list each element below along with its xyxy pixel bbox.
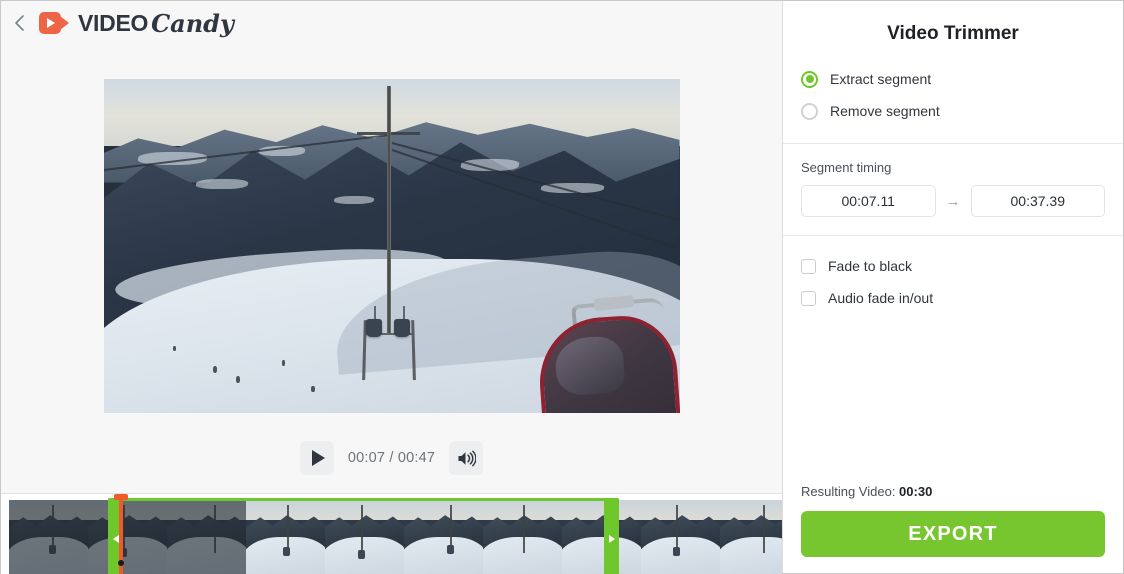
filmstrip-thumbnail[interactable] xyxy=(9,500,88,574)
brand-logo[interactable]: VIDEO Candy xyxy=(39,9,234,38)
time-display: 00:07 / 00:47 xyxy=(347,450,436,466)
preview-skier xyxy=(310,386,315,393)
volume-icon xyxy=(458,450,476,466)
arrow-right-icon: → xyxy=(945,192,961,210)
preview-skier xyxy=(172,346,176,352)
video-preview[interactable] xyxy=(103,79,680,413)
filmstrip-thumbnail[interactable] xyxy=(483,500,562,574)
preview-skier xyxy=(212,366,217,374)
play-button[interactable] xyxy=(299,441,334,475)
checkbox-fade-to-black[interactable]: Fade to black xyxy=(801,250,1105,282)
segment-timing-label: Segment timing xyxy=(801,160,892,175)
checkbox-label: Fade to black xyxy=(828,258,913,274)
mode-radio-group: Extract segment Remove segment xyxy=(783,63,1123,143)
back-button[interactable] xyxy=(7,9,31,37)
brand-name-secondary: Candy xyxy=(151,8,234,38)
preview-skier xyxy=(282,359,286,366)
editor-main-area: VIDEO Candy 00:07 / 00:47 xyxy=(1,1,783,574)
timeline[interactable]: challenge xyxy=(1,493,782,574)
video-trimmer-app: VIDEO Candy 00:07 / 00:47 Video Trimmer … xyxy=(0,0,1124,574)
resulting-video-label: Resulting Video: xyxy=(801,484,900,499)
checkbox-label: Audio fade in/out xyxy=(828,290,934,306)
play-icon xyxy=(311,450,325,466)
filmstrip-thumbnail[interactable] xyxy=(641,500,720,574)
filmstrip-thumbnail[interactable] xyxy=(167,500,246,574)
brand-name-primary: VIDEO xyxy=(78,9,149,36)
panel-spacer xyxy=(783,324,1123,484)
filmstrip-thumbnail[interactable] xyxy=(562,500,641,574)
checkbox-icon-unchecked xyxy=(801,290,816,306)
filmstrip-thumbnail[interactable] xyxy=(404,500,483,574)
radio-label: Remove segment xyxy=(830,103,940,119)
filmstrip-thumbnail[interactable] xyxy=(88,500,167,574)
video-camera-icon xyxy=(39,12,69,34)
thumbnail-dim-overlay xyxy=(88,500,167,574)
preview-gondola-cabin xyxy=(365,319,382,338)
volume-button[interactable] xyxy=(449,441,484,475)
playhead-cap xyxy=(114,494,128,500)
preview-pylon-mast xyxy=(386,85,391,333)
filmstrip-thumbnail[interactable] xyxy=(246,500,325,574)
radio-remove-segment[interactable]: Remove segment xyxy=(801,95,1105,127)
segment-timing-row: 00:07.11 → 00:37.39 xyxy=(801,185,1105,217)
radio-extract-segment[interactable]: Extract segment xyxy=(801,63,1105,95)
panel-footer: Resulting Video: 00:30 EXPORT xyxy=(783,484,1123,573)
checkbox-icon-unchecked xyxy=(801,258,816,274)
chevron-left-icon xyxy=(14,15,24,31)
segment-end-input[interactable]: 00:37.39 xyxy=(970,185,1105,217)
drag-handle-left-icon xyxy=(112,535,119,543)
thumbnail-dim-overlay xyxy=(9,500,88,574)
radio-icon-unselected xyxy=(801,102,818,120)
thumbnail-dim-overlay xyxy=(167,500,246,574)
preview-snow-streak xyxy=(194,179,249,190)
app-header: VIDEO Candy xyxy=(1,1,782,45)
panel-title: Video Trimmer xyxy=(887,23,1019,44)
checkbox-audio-fade[interactable]: Audio fade in/out xyxy=(801,282,1105,314)
trim-handle-right[interactable] xyxy=(604,498,619,574)
export-button[interactable]: EXPORT xyxy=(801,511,1105,557)
filmstrip-thumbnail[interactable] xyxy=(720,500,782,574)
tool-panel: Video Trimmer Extract segment Remove seg… xyxy=(783,1,1123,573)
resulting-video-value: 00:30 xyxy=(899,484,933,499)
player-controls: 00:07 / 00:47 xyxy=(299,423,484,493)
preview-skier xyxy=(235,376,240,384)
options-group: Fade to black Audio fade in/out xyxy=(783,236,1123,324)
radio-label: Extract segment xyxy=(830,71,932,87)
player-stage: 00:07 / 00:47 xyxy=(1,45,782,493)
playhead-dot xyxy=(118,560,124,566)
segment-timing-section: Segment timing 00:07.11 → 00:37.39 xyxy=(783,144,1123,235)
segment-start-input[interactable]: 00:07.11 xyxy=(801,185,936,217)
resulting-video-info: Resulting Video: 00:30 xyxy=(801,484,1105,499)
preview-gondola-cabin xyxy=(394,319,411,338)
radio-icon-selected xyxy=(801,70,818,88)
playhead-marker[interactable] xyxy=(114,494,128,574)
filmstrip-thumbnail[interactable] xyxy=(325,500,404,574)
drag-handle-right-icon xyxy=(608,535,615,543)
